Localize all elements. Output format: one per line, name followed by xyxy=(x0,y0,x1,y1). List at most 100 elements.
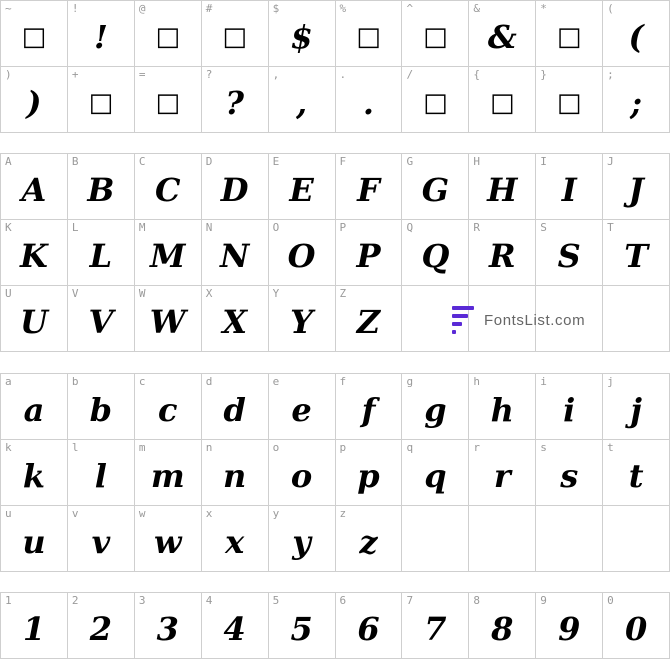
key-label: @ xyxy=(138,2,146,15)
empty-cell xyxy=(603,286,670,352)
glyph-cell: & & xyxy=(469,1,537,67)
key-label: I xyxy=(540,155,547,168)
key-label: i xyxy=(540,375,547,388)
glyph-sample: 7 xyxy=(424,610,447,648)
key-label: 5 xyxy=(272,594,280,607)
glyph-row: kkllmmnnooppqqrrsstt xyxy=(1,440,670,506)
key-label: 0 xyxy=(607,594,614,607)
key-label: 4 xyxy=(205,594,213,607)
missing-glyph-box: □ xyxy=(556,88,582,118)
glyph-sample: H xyxy=(487,171,518,209)
glyph-cell: oo xyxy=(268,440,336,506)
glyph-cell: nn xyxy=(201,440,269,506)
glyph-sample: l xyxy=(94,457,107,495)
missing-glyph-box: □ xyxy=(21,22,47,52)
key-label: + xyxy=(71,68,79,81)
glyph-sample: s xyxy=(560,457,579,495)
key-label: * xyxy=(540,2,547,15)
glyph-sample: K xyxy=(20,237,48,275)
glyph-row: )) + □ = □??,,.. / □{□} □;; xyxy=(1,67,670,133)
glyph-sample: S xyxy=(557,237,581,275)
glyph-cell: 99 xyxy=(536,593,604,659)
glyph-sample: ; xyxy=(630,84,643,122)
missing-glyph-box: □ xyxy=(423,22,448,52)
glyph-cell: {□ xyxy=(469,67,537,133)
missing-glyph-box: □ xyxy=(423,88,448,118)
key-label: ~ xyxy=(5,2,12,15)
key-label: v xyxy=(71,507,79,520)
glyph-sample: i xyxy=(563,391,576,429)
glyph-cell: FF xyxy=(335,154,403,220)
glyph-cell: KK xyxy=(1,220,68,286)
missing-glyph-box: □ xyxy=(490,88,515,118)
glyph-sample: h xyxy=(490,391,514,429)
glyph-cell: NN xyxy=(201,220,269,286)
glyph-cell: 88 xyxy=(469,593,537,659)
key-label: G xyxy=(406,155,414,168)
glyph-sample: ) xyxy=(26,84,42,122)
glyph-cell: 66 xyxy=(335,593,403,659)
key-label: U xyxy=(5,287,12,300)
glyph-sample: A xyxy=(21,171,47,209)
glyph-sample: O xyxy=(287,237,316,275)
glyph-sample: 3 xyxy=(156,610,179,648)
key-label: ? xyxy=(205,68,213,81)
glyph-cell: OO xyxy=(268,220,336,286)
key-label: Z xyxy=(339,287,347,300)
key-label: u xyxy=(5,507,12,520)
glyph-sample: o xyxy=(290,457,313,495)
glyph-sample: y xyxy=(292,523,311,561)
empty-cell xyxy=(469,506,537,572)
key-label: k xyxy=(5,441,12,454)
glyph-cell: ii xyxy=(536,374,604,440)
glyph-cell: ee xyxy=(268,374,336,440)
key-label: g xyxy=(406,375,414,388)
glyph-sample: k xyxy=(22,457,46,495)
glyph-cell: qq xyxy=(402,440,470,506)
glyph-sample: r xyxy=(493,457,511,495)
glyph-sample: u xyxy=(22,523,46,561)
key-label: j xyxy=(607,375,614,388)
glyph-sample: 4 xyxy=(223,610,246,648)
glyph-cell: AA xyxy=(1,154,68,220)
glyph-sample: N xyxy=(220,237,250,275)
key-label: $ xyxy=(272,2,280,15)
glyph-sample: L xyxy=(89,237,113,275)
key-label: n xyxy=(205,441,213,454)
glyph-cell: 11 xyxy=(1,593,68,659)
section-digits: 11223344556677889900 xyxy=(0,592,670,659)
empty-cell xyxy=(536,506,604,572)
key-label: ! xyxy=(71,2,79,15)
glyph-cell: ll xyxy=(67,440,135,506)
glyph-cell: bb xyxy=(67,374,135,440)
key-label: y xyxy=(272,507,280,520)
glyph-cell: ,, xyxy=(268,67,336,133)
glyph-sample: f xyxy=(361,391,376,429)
key-label: = xyxy=(138,68,146,81)
glyph-sample: c xyxy=(158,391,178,429)
glyph-cell: pp xyxy=(335,440,403,506)
key-label: P xyxy=(339,221,347,234)
fontslist-watermark[interactable]: FontsList.com xyxy=(452,306,585,334)
glyph-cell: YY xyxy=(268,286,336,352)
glyph-sample: G xyxy=(421,171,450,209)
glyph-cell: ?? xyxy=(201,67,269,133)
key-label: R xyxy=(473,221,480,234)
glyph-sample: ! xyxy=(93,18,108,56)
glyph-sample: M xyxy=(150,237,186,275)
key-label: w xyxy=(138,507,146,520)
glyph-cell: TT xyxy=(603,220,670,286)
glyph-cell: QQ xyxy=(402,220,470,286)
key-label: 8 xyxy=(473,594,480,607)
glyph-sample: t xyxy=(628,457,644,495)
glyph-cell: (( xyxy=(603,1,670,67)
key-label: f xyxy=(339,375,347,388)
key-label: 9 xyxy=(540,594,547,607)
key-label: F xyxy=(339,155,347,168)
glyph-row: KKLLMMNNOOPPQQRRSSTT xyxy=(1,220,670,286)
glyph-cell: tt xyxy=(603,440,670,506)
glyph-cell: cc xyxy=(134,374,202,440)
glyph-cell: MM xyxy=(134,220,202,286)
glyph-sample: q xyxy=(424,457,447,495)
key-label: # xyxy=(205,2,213,15)
